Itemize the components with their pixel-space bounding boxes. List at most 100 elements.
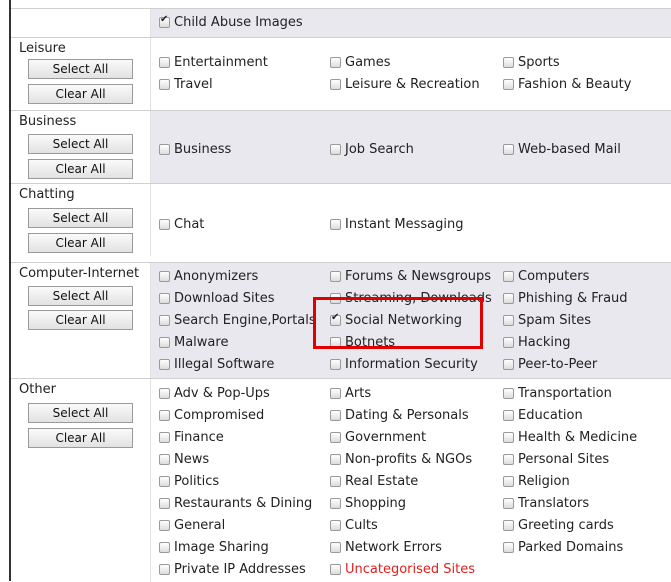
checkbox[interactable] (503, 292, 514, 304)
checkbox[interactable] (330, 563, 341, 575)
category-item[interactable]: Child Abuse Images (159, 13, 303, 31)
category-item[interactable]: Private IP Addresses (159, 560, 306, 578)
checkbox[interactable] (330, 453, 341, 465)
select-all-button[interactable]: Select All (28, 208, 133, 228)
category-item[interactable]: Dating & Personals (330, 406, 469, 424)
checkbox[interactable] (330, 143, 341, 155)
checkbox[interactable] (503, 431, 514, 443)
checkbox[interactable] (503, 143, 514, 155)
checkbox[interactable] (503, 475, 514, 487)
checkbox[interactable] (330, 431, 341, 443)
checkbox[interactable] (159, 358, 170, 370)
checkbox[interactable] (159, 292, 170, 304)
checkbox[interactable] (159, 143, 170, 155)
select-all-button[interactable]: Select All (28, 134, 133, 154)
checkbox[interactable] (330, 387, 341, 399)
category-item[interactable]: Download Sites (159, 289, 274, 307)
checkbox[interactable] (503, 453, 514, 465)
category-item[interactable]: Health & Medicine (503, 428, 637, 446)
checkbox[interactable] (330, 541, 341, 553)
checkbox[interactable] (330, 519, 341, 531)
checkbox[interactable] (503, 270, 514, 282)
category-item[interactable]: Business (159, 140, 231, 158)
checkbox[interactable] (159, 563, 170, 575)
category-item[interactable]: Illegal Software (159, 355, 274, 373)
category-item[interactable]: Politics (159, 472, 219, 490)
checkbox[interactable] (159, 78, 170, 90)
category-item[interactable]: Games (330, 53, 390, 71)
category-item[interactable]: Restaurants & Dining (159, 494, 312, 512)
category-item[interactable]: Fashion & Beauty (503, 75, 631, 93)
checkbox[interactable] (503, 541, 514, 553)
select-all-button[interactable]: Select All (28, 59, 133, 79)
clear-all-button[interactable]: Clear All (28, 428, 133, 448)
checkbox[interactable] (330, 78, 341, 90)
category-item[interactable]: Instant Messaging (330, 215, 463, 233)
checkbox[interactable] (159, 387, 170, 399)
checkbox[interactable] (159, 497, 170, 509)
checkbox[interactable] (330, 358, 341, 370)
category-item[interactable]: Shopping (330, 494, 406, 512)
checkbox[interactable] (330, 270, 341, 282)
checkbox[interactable] (159, 431, 170, 443)
category-item[interactable]: Computers (503, 267, 589, 285)
category-item[interactable]: Real Estate (330, 472, 418, 490)
category-item[interactable]: General (159, 516, 225, 534)
category-item[interactable]: Spam Sites (503, 311, 591, 329)
category-item[interactable]: Hacking (503, 333, 571, 351)
checkbox[interactable] (159, 453, 170, 465)
category-item[interactable]: Personal Sites (503, 450, 609, 468)
category-item[interactable]: Sports (503, 53, 560, 71)
category-item[interactable]: Finance (159, 428, 224, 446)
category-item[interactable]: Search Engine,Portals (159, 311, 316, 329)
category-item[interactable]: Network Errors (330, 538, 442, 556)
category-item[interactable]: Phishing & Fraud (503, 289, 628, 307)
category-item[interactable]: Arts (330, 384, 371, 402)
category-item[interactable]: Cults (330, 516, 378, 534)
checkbox[interactable] (159, 541, 170, 553)
checkbox[interactable] (159, 270, 170, 282)
clear-all-button[interactable]: Clear All (28, 310, 133, 330)
category-item[interactable]: Leisure & Recreation (330, 75, 480, 93)
category-item[interactable]: Transportation (503, 384, 612, 402)
category-item[interactable]: Uncategorised Sites (330, 560, 475, 578)
category-item[interactable]: Information Security (330, 355, 478, 373)
category-item[interactable]: Compromised (159, 406, 264, 424)
category-item[interactable]: Peer-to-Peer (503, 355, 597, 373)
category-item[interactable]: Parked Domains (503, 538, 623, 556)
checkbox[interactable] (503, 409, 514, 421)
category-item[interactable]: Web-based Mail (503, 140, 621, 158)
checkbox[interactable] (503, 56, 514, 68)
select-all-button[interactable]: Select All (28, 403, 133, 423)
category-item[interactable]: Translators (503, 494, 589, 512)
checkbox[interactable] (503, 78, 514, 90)
category-item[interactable]: Adv & Pop-Ups (159, 384, 270, 402)
checkbox[interactable] (503, 519, 514, 531)
checkbox[interactable] (159, 336, 170, 348)
checkbox[interactable] (503, 387, 514, 399)
clear-all-button[interactable]: Clear All (28, 233, 133, 253)
category-item[interactable]: Greeting cards (503, 516, 614, 534)
checkbox[interactable] (159, 314, 170, 326)
checkbox[interactable] (503, 497, 514, 509)
category-item[interactable]: Non-profits & NGOs (330, 450, 472, 468)
category-item[interactable]: Forums & Newsgroups (330, 267, 491, 285)
checkbox[interactable] (503, 336, 514, 348)
category-item[interactable]: Anonymizers (159, 267, 258, 285)
category-item[interactable]: Chat (159, 215, 204, 233)
checkbox[interactable] (159, 56, 170, 68)
category-item[interactable]: News (159, 450, 209, 468)
checkbox[interactable] (330, 497, 341, 509)
category-item[interactable]: Job Search (330, 140, 414, 158)
category-item[interactable]: Entertainment (159, 53, 268, 71)
checkbox[interactable] (159, 14, 170, 28)
checkbox[interactable] (330, 409, 341, 421)
checkbox[interactable] (159, 409, 170, 421)
checkbox[interactable] (503, 358, 514, 370)
category-item[interactable]: Travel (159, 75, 213, 93)
clear-all-button[interactable]: Clear All (28, 159, 133, 179)
checkbox[interactable] (503, 314, 514, 326)
category-item[interactable]: Education (503, 406, 583, 424)
checkbox[interactable] (159, 218, 170, 230)
checkbox[interactable] (159, 475, 170, 487)
